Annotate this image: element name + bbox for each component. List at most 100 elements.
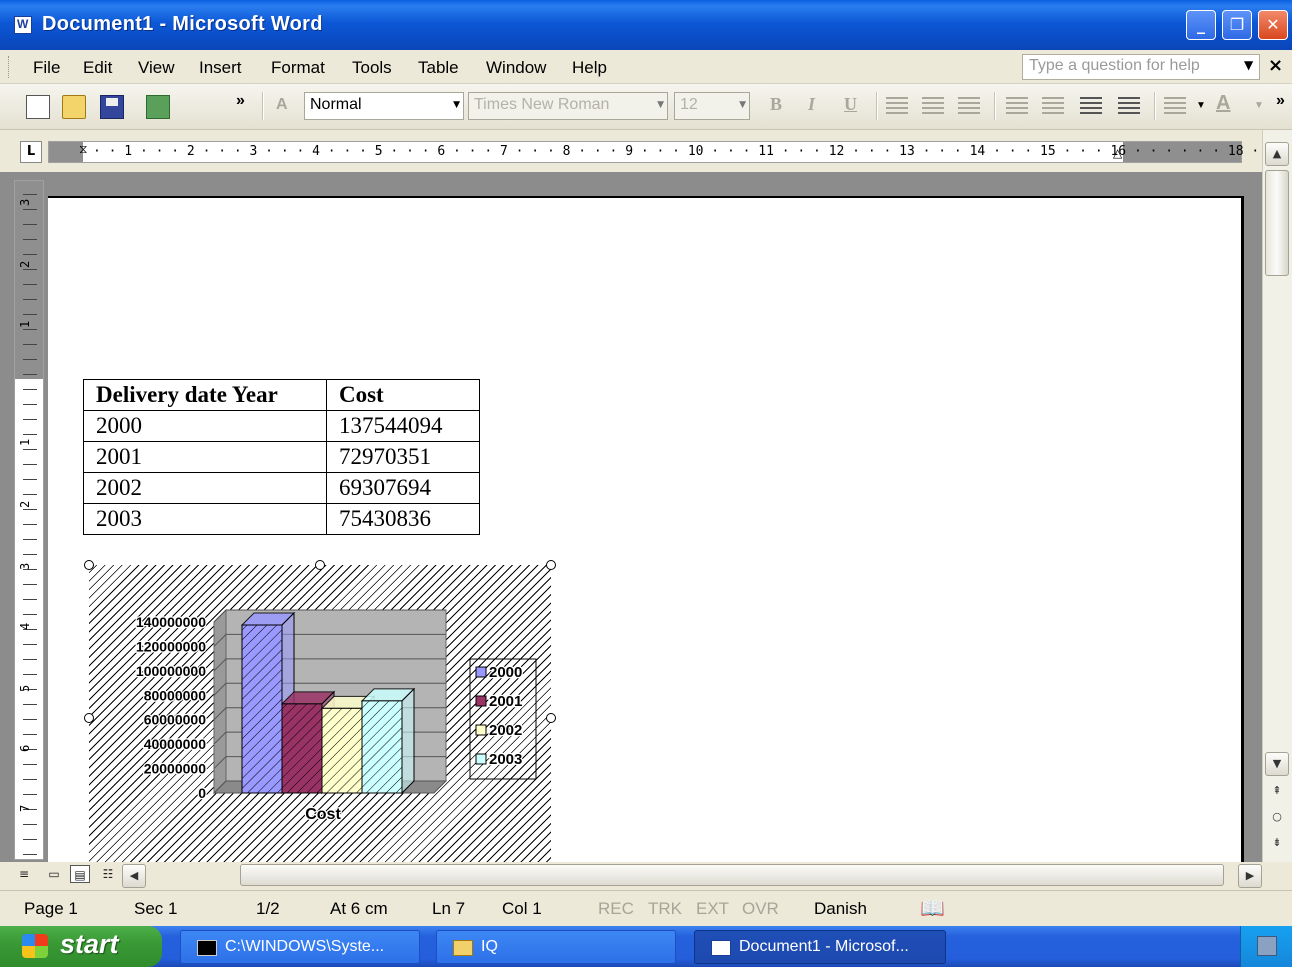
table-cell[interactable]: 2002 [83,472,327,504]
vertical-scroll-thumb[interactable] [1265,170,1289,276]
table-cell[interactable]: 75430836 [326,503,480,535]
scroll-right-button[interactable]: ▶ [1238,864,1262,888]
open-folder-icon[interactable] [62,95,86,119]
menu-insert[interactable]: Insert [199,58,242,78]
font-color-icon[interactable]: A [1216,92,1230,115]
toolbar-options-chevron-icon[interactable]: » [236,92,245,110]
previous-page-icon[interactable]: ⇞ [1265,780,1289,804]
menu-view[interactable]: View [138,58,175,78]
vertical-ruler[interactable] [14,180,44,860]
table-cell[interactable]: 2003 [83,503,327,535]
spelling-check-book-icon[interactable]: 📖 [920,896,945,920]
align-center-icon[interactable] [922,97,944,115]
close-document-button[interactable]: × [1268,55,1283,76]
help-question-input[interactable]: Type a question for help [1022,54,1260,80]
chart-legend-swatch [475,666,487,678]
status-ovr[interactable]: OVR [742,899,779,919]
system-tray [1240,926,1292,967]
line-spacing-dropdown-icon[interactable]: ▼ [1196,100,1206,111]
resize-handle[interactable] [546,713,556,723]
word-app-icon[interactable] [14,16,32,34]
start-button[interactable]: start [0,926,162,967]
new-document-icon[interactable] [26,95,50,119]
tray-network-icon[interactable] [1257,936,1277,956]
table-cell[interactable]: 2000 [83,410,327,442]
title-bar[interactable]: Document1 - Microsoft Word _ ❐ ✕ [0,0,1292,50]
align-left-icon[interactable] [886,97,908,115]
bullets-icon[interactable] [1042,97,1064,115]
taskbar-item-cmd[interactable]: C:\WINDOWS\Syste... [180,930,420,964]
print-layout-view-icon[interactable]: ▤ [70,865,90,883]
insert-excel-icon[interactable] [146,95,170,119]
underline-button[interactable]: U [844,94,857,115]
taskbar-item-iq[interactable]: IQ [436,930,676,964]
status-rec[interactable]: REC [598,899,634,919]
menu-table[interactable]: Table [418,58,459,78]
normal-view-icon[interactable]: ≡ [14,865,34,883]
menu-format[interactable]: Format [271,58,325,78]
scroll-up-button[interactable]: ▲ [1265,142,1289,166]
decrease-indent-icon[interactable] [1080,97,1102,115]
resize-handle[interactable] [84,713,94,723]
font-size-select[interactable]: 12 ▼ [674,92,750,120]
resize-handle[interactable] [315,560,325,570]
scroll-left-button[interactable]: ◀ [122,864,146,888]
close-button[interactable]: ✕ [1258,10,1288,40]
resize-handle[interactable] [546,560,556,570]
numbering-icon[interactable] [1006,97,1028,115]
menu-tools[interactable]: Tools [352,58,392,78]
save-disk-icon[interactable] [100,95,124,119]
menu-window[interactable]: Window [486,58,546,78]
outline-view-icon[interactable]: ☷ [98,865,118,883]
status-ext[interactable]: EXT [696,899,729,919]
font-dropdown-icon[interactable]: ▼ [657,100,664,110]
web-layout-view-icon[interactable]: ▭ [44,865,64,883]
select-browse-object-icon[interactable]: ○ [1265,806,1289,830]
styles-pane-icon[interactable]: A [276,96,288,114]
table-cell[interactable]: 72970351 [326,441,480,473]
horizontal-ruler[interactable]: · · 1 · · · 2 · · · 3 · · · 4 · · · 5 · … [48,141,1275,163]
bold-button[interactable]: B [770,94,782,115]
chart-y-tick-label: 140000000 [136,614,206,630]
table-header[interactable]: Delivery date Year [83,379,327,411]
status-trk[interactable]: TRK [648,899,682,919]
menu-grip[interactable] [8,56,12,78]
table-cell[interactable]: 69307694 [326,472,480,504]
style-select[interactable]: Normal ▼ [304,92,464,120]
line-spacing-icon[interactable] [1164,97,1186,115]
horizontal-scroll-thumb[interactable] [240,864,1224,886]
style-dropdown-icon[interactable]: ▼ [453,100,460,110]
font-color-dropdown-icon[interactable]: ▼ [1254,100,1264,111]
status-page: Page 1 [24,899,78,918]
toolbar-separator [876,92,878,120]
more-buttons-chevron-icon[interactable]: » [1276,92,1285,110]
align-right-icon[interactable] [958,97,980,115]
data-table[interactable]: Delivery date Year Cost 2000 137544094 2… [83,379,480,535]
chart-bar [281,703,323,794]
minimize-button[interactable]: _ [1186,10,1216,40]
menu-file[interactable]: File [33,58,60,78]
font-select[interactable]: Times New Roman ▼ [468,92,668,120]
first-line-indent-marker-icon[interactable]: ⧖ [79,142,87,157]
resize-handle[interactable] [84,560,94,570]
taskbar-item-word[interactable]: Document1 - Microsof... [694,930,946,964]
italic-button[interactable]: I [808,94,815,115]
restore-button[interactable]: ❐ [1222,10,1252,40]
menu-help[interactable]: Help [572,58,607,78]
menu-edit[interactable]: Edit [83,58,112,78]
right-indent-marker-icon[interactable]: △ [1113,146,1122,160]
increase-indent-icon[interactable] [1118,97,1140,115]
font-size-dropdown-icon[interactable]: ▼ [739,100,746,110]
windows-logo-icon [22,934,48,958]
table-header[interactable]: Cost [326,379,480,411]
tab-selector-button[interactable]: L [20,141,42,163]
status-language[interactable]: Danish [814,899,867,919]
embedded-bar-chart[interactable]: 140000000 120000000 100000000 80000000 60000… [89,565,551,862]
toolbar-separator [994,92,996,120]
table-cell[interactable]: 137544094 [326,410,480,442]
scroll-down-button[interactable]: ▼ [1265,752,1289,776]
vruler-number: 7 [18,804,32,812]
next-page-icon[interactable]: ⇟ [1265,832,1289,856]
help-dropdown-icon[interactable]: ▼ [1244,58,1253,72]
table-cell[interactable]: 2001 [83,441,327,473]
